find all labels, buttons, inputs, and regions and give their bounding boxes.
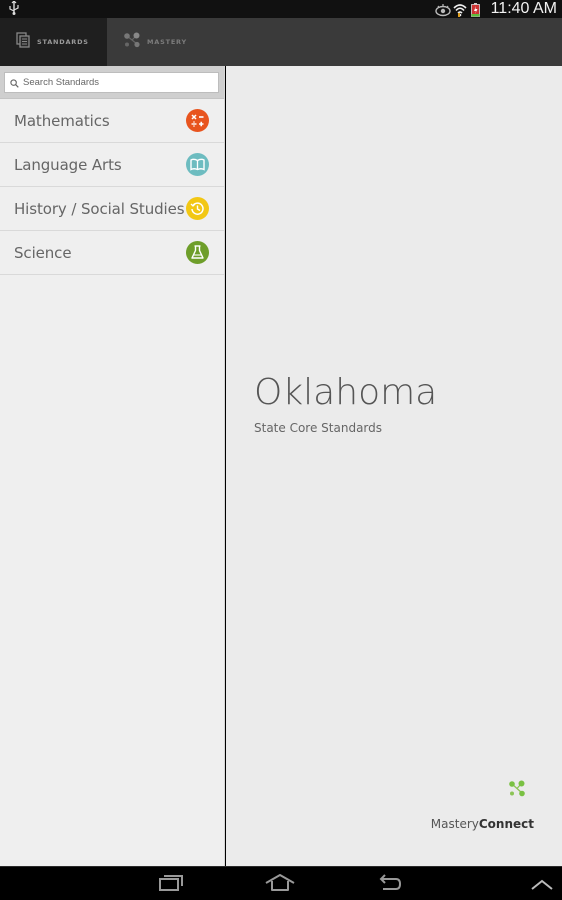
subject-history-social-studies[interactable]: History / Social Studies [0,187,224,231]
tab-label: MASTERY [147,38,188,46]
brand-logo: MasteryConnect [431,780,534,832]
eye-icon [434,2,451,17]
subject-label: Language Arts [14,155,122,174]
tab-mastery[interactable]: MASTERY [107,18,217,66]
subject-mathematics[interactable]: Mathematics [0,99,224,143]
clock: 11:40 AM [490,0,557,17]
subject-language-arts[interactable]: Language Arts [0,143,224,187]
book-icon [186,153,209,176]
home-button[interactable] [265,873,295,897]
flask-icon [186,241,209,264]
subject-label: Science [14,243,72,262]
search-container [0,66,224,99]
subject-label: Mathematics [14,111,110,130]
back-icon [379,874,402,890]
sidebar: Mathematics Language Arts History / Soci… [0,66,225,866]
search-box[interactable] [4,72,219,93]
subject-label: History / Social Studies [14,199,185,218]
system-nav-bar [0,866,562,900]
history-clock-icon [186,197,209,220]
tab-standards[interactable]: STANDARDS [0,18,107,66]
status-bar: 11:40 AM [0,0,562,18]
menu-up-button[interactable] [530,876,554,895]
mastery-dots-icon [123,32,141,52]
battery-charging-icon [470,2,485,17]
home-icon [265,874,295,891]
state-subtitle: State Core Standards [254,421,383,435]
main-panel: Oklahoma State Core Standards MasteryCon… [226,66,562,866]
state-title: Oklahoma [254,372,438,413]
mastery-connect-logo-icon [508,780,526,801]
tab-bar: STANDARDS MASTERY [0,18,562,66]
documents-icon [16,32,31,52]
brand-part2: Connect [478,817,534,831]
wifi-icon [453,2,467,17]
recent-apps-icon [159,875,183,891]
brand-name: MasteryConnect [431,817,534,831]
search-input[interactable] [23,77,203,88]
recent-apps-button[interactable] [159,873,185,897]
subject-science[interactable]: Science [0,231,224,275]
brand-part1: Mastery [430,817,479,831]
tab-label: STANDARDS [37,38,89,46]
back-button[interactable] [378,873,402,897]
search-icon [10,73,19,92]
usb-icon [9,0,19,18]
math-operators-icon [186,109,209,132]
chevron-up-icon [531,879,553,890]
